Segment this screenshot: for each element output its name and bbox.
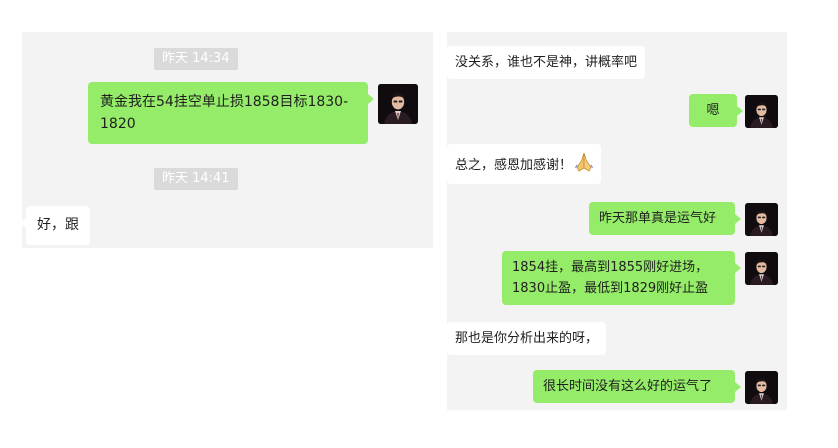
- message-text: 总之，感恩加感谢！: [455, 158, 573, 173]
- timestamp-label: 昨天 14:41: [154, 168, 238, 190]
- avatar[interactable]: [745, 371, 778, 404]
- timestamp-label: 昨天 14:34: [154, 48, 238, 70]
- sent-message-bubble[interactable]: 昨天那单真是运气好: [589, 202, 741, 235]
- received-message-bubble[interactable]: 没关系，谁也不是神，讲概率吧: [447, 46, 646, 79]
- avatar[interactable]: [378, 84, 418, 124]
- avatar[interactable]: [745, 252, 778, 285]
- received-message-bubble[interactable]: 好，跟: [22, 206, 90, 245]
- avatar[interactable]: [745, 95, 778, 128]
- right-chat-panel: 没关系，谁也不是神，讲概率吧 嗯 总之，感恩加感谢！ 昨天那单真是运气好 185…: [447, 32, 787, 410]
- received-message-bubble[interactable]: 那也是你分析出来的呀，: [447, 322, 607, 355]
- sent-message-bubble[interactable]: 很长时间没有这么好的运气了: [533, 370, 741, 403]
- sent-message-bubble[interactable]: 1854挂，最高到1855刚好进场，1830止盈，最低到1829刚好止盈: [502, 251, 741, 305]
- sent-message-bubble[interactable]: 黄金我在54挂空单止损1858目标1830-1820: [88, 82, 374, 144]
- sent-message-bubble[interactable]: 嗯: [689, 94, 743, 127]
- praying-hands-icon: [575, 152, 594, 172]
- received-message-bubble[interactable]: 总之，感恩加感谢！: [447, 144, 602, 184]
- left-chat-panel: 昨天 14:34 黄金我在54挂空单止损1858目标1830-1820 昨天 1…: [22, 32, 433, 248]
- avatar[interactable]: [745, 203, 778, 236]
